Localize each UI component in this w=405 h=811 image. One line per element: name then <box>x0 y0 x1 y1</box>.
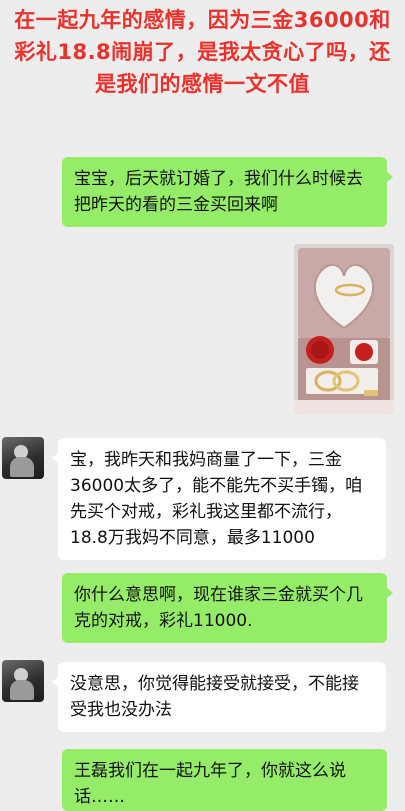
contact-avatar[interactable] <box>2 660 44 702</box>
chat-bubble-sent[interactable]: 王磊我们在一起九年了，你就这么说话…… <box>62 749 387 811</box>
contact-avatar[interactable] <box>2 437 44 479</box>
chat-bubble-received[interactable]: 没意思，你觉得能接受就接受，不能接受我也没办法 <box>52 662 386 732</box>
avatar-figure-body <box>10 457 34 477</box>
post-headline: 在一起九年的感情，因为三金36000和彩礼18.8闹崩了，是我太贪心了吗，还是我… <box>14 8 391 96</box>
chat-bubble-sent[interactable]: 宝宝，后天就订婚了，我们什么时候去把昨天的看的三金买回来啊 <box>62 157 393 227</box>
jewelry-box-image <box>294 244 394 414</box>
chat-bubble-sent[interactable]: 你什么意思啊，现在谁家三金就买个几克的对戒，彩礼11000. <box>62 573 393 643</box>
jewelry-box-photo[interactable] <box>294 244 394 414</box>
chat-bubble-received[interactable]: 宝，我昨天和我妈商量了一下，三金36000太多了，能不能先不买手镯，咱先买个对戒… <box>52 438 386 560</box>
avatar-figure-body <box>10 680 34 700</box>
